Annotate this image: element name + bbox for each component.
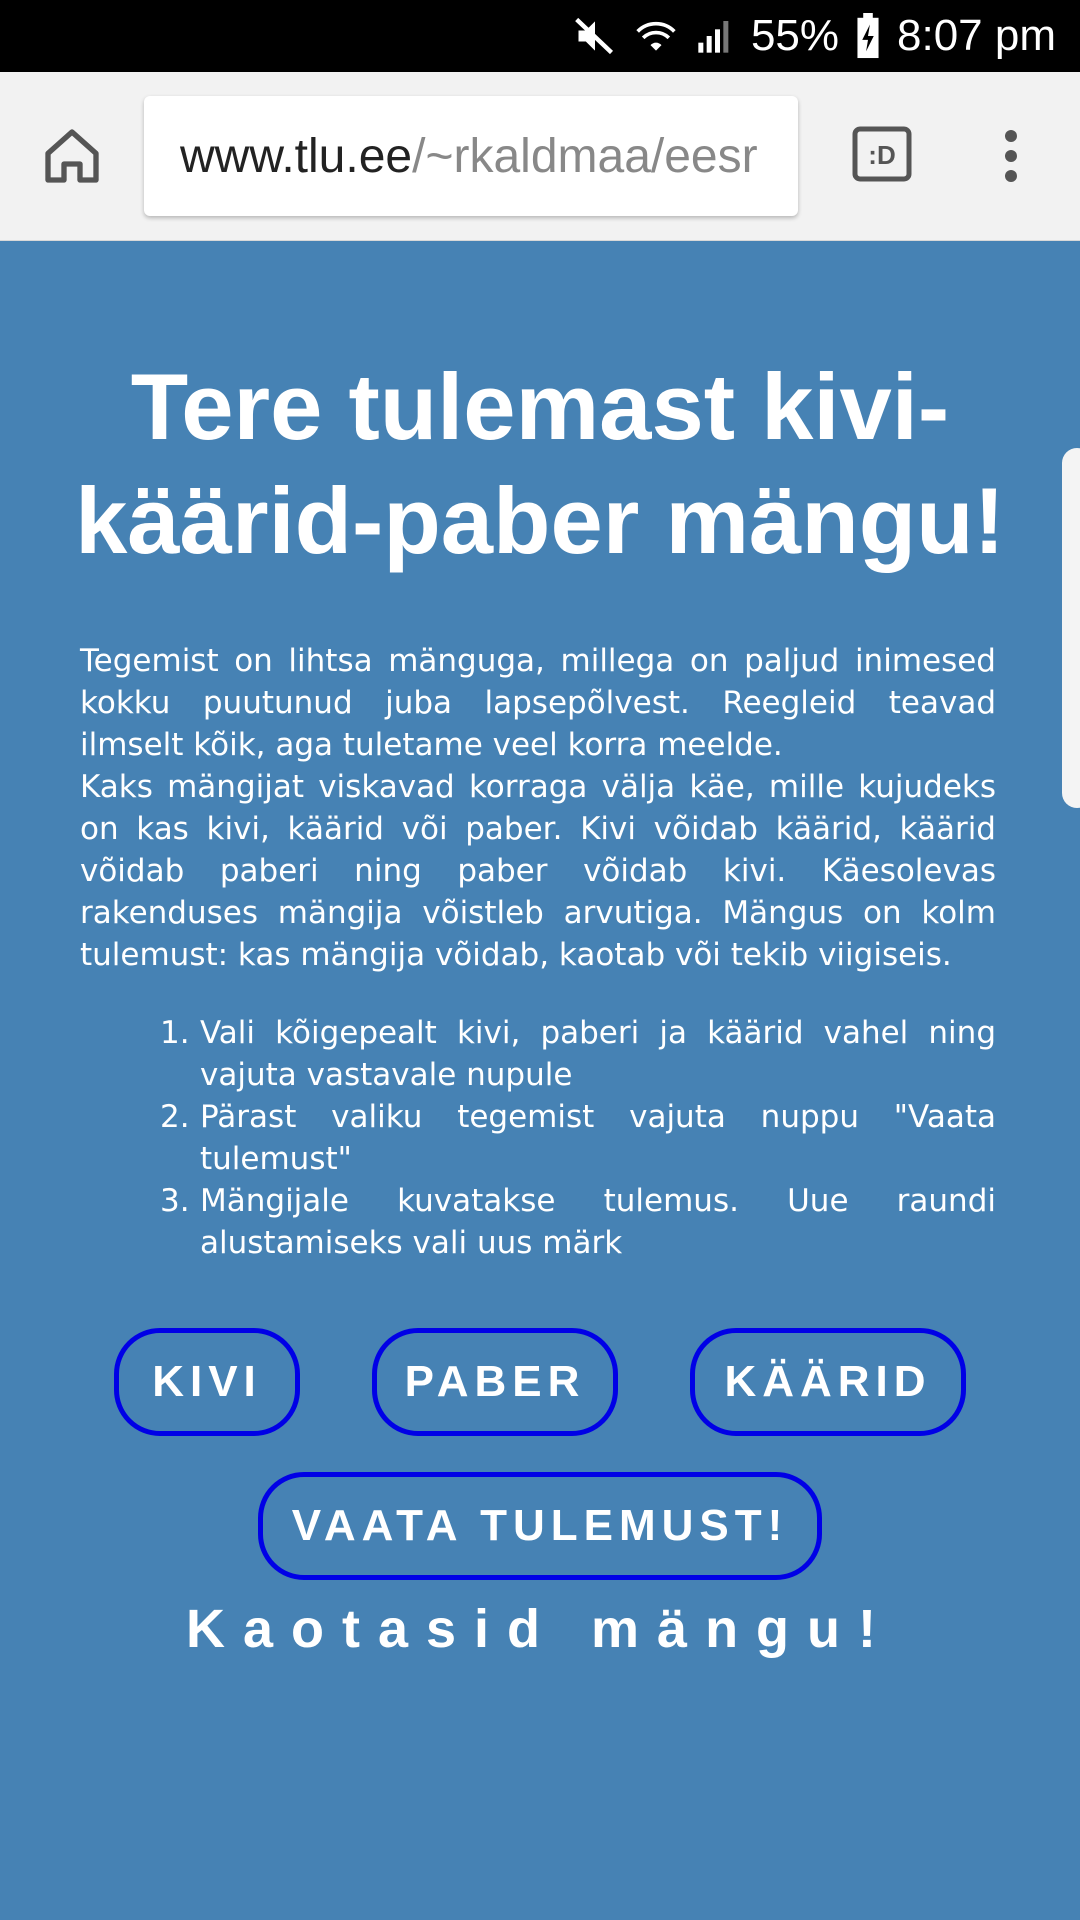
battery-charging-icon — [855, 11, 881, 61]
page-content: Tere tulemast kivi-käärid-paber mängu! T… — [0, 240, 1080, 1920]
show-result-button[interactable]: VAATA TULEMUST! — [258, 1472, 822, 1580]
more-vert-icon[interactable] — [996, 126, 1026, 186]
game-result-message: Kaotasid mängu! — [185, 1599, 895, 1659]
step-number: 1. — [160, 1015, 190, 1051]
tab-switcher-label: :D — [868, 140, 895, 170]
address-bar[interactable]: www.tlu.ee/~rkaldmaa/eesr — [144, 96, 798, 216]
step-text: Vali kõigepealt kivi, paberi ja käärid v… — [200, 1015, 996, 1093]
intro-paragraph-1: Tegemist on lihtsa mänguga, millega on p… — [80, 643, 996, 763]
kaarid-button[interactable]: KÄÄRID — [690, 1328, 966, 1436]
browser-toolbar: www.tlu.ee/~rkaldmaa/eesr :D — [0, 72, 1080, 241]
step-number: 3. — [160, 1183, 190, 1219]
intro-text: Tegemist on lihtsa mänguga, millega on p… — [80, 640, 996, 976]
status-bar: 55% 8:07 pm — [0, 0, 1080, 72]
signal-icon — [695, 11, 735, 61]
battery-percent: 55% — [750, 11, 840, 60]
mute-icon — [573, 11, 617, 61]
url-host: www.tlu.ee — [180, 129, 413, 183]
url-path: /~rkaldmaa/eesr — [412, 129, 758, 183]
intro-paragraph-2: Kaks mängijat viskavad korraga välja käe… — [80, 769, 996, 973]
step-text: Pärast valiku tegemist vajuta nuppu "Vaa… — [200, 1099, 996, 1177]
home-icon[interactable] — [40, 124, 104, 188]
kivi-button[interactable]: KIVI — [114, 1328, 300, 1436]
paber-button[interactable]: PABER — [372, 1328, 618, 1436]
instruction-step: 2. Pärast valiku tegemist vajuta nuppu "V… — [160, 1096, 996, 1180]
instruction-step: 3. Mängijale kuvatakse tulemus. Uue raund… — [160, 1180, 996, 1264]
clock: 8:07 pm — [897, 11, 1056, 60]
wifi-icon — [633, 11, 679, 61]
instruction-step: 1. Vali kõigepealt kivi, paberi ja käärid… — [160, 1012, 996, 1096]
page-title: Tere tulemast kivi-käärid-paber mängu! — [75, 354, 1005, 573]
status-icons: 55% 8:07 pm — [573, 0, 1056, 72]
instructions-list: 1. Vali kõigepealt kivi, paberi ja käärid… — [160, 1012, 996, 1264]
step-text: Mängijale kuvatakse tulemus. Uue raundi … — [200, 1183, 996, 1261]
tab-switcher-icon[interactable]: :D — [852, 126, 912, 182]
step-number: 2. — [160, 1099, 190, 1135]
